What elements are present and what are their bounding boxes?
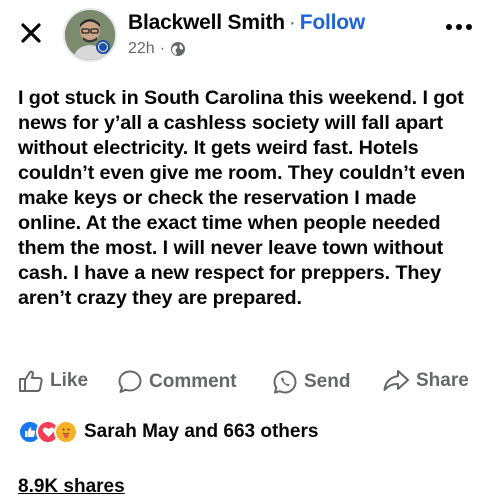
whatsapp-icon	[273, 370, 297, 394]
reactions-summary[interactable]: Sarah May and 663 others	[18, 420, 318, 444]
send-button[interactable]: Send	[272, 369, 350, 395]
shares-count[interactable]: 8.9K shares	[18, 476, 125, 498]
comment-button[interactable]: Comment	[117, 369, 237, 395]
post-meta: 22h ·	[128, 40, 186, 58]
send-label: Send	[304, 371, 351, 392]
follow-button[interactable]: Follow	[300, 11, 365, 34]
separator-dot: ·	[288, 11, 296, 34]
profile-photo	[65, 10, 115, 60]
comment-icon	[118, 370, 142, 393]
share-label: Share	[416, 370, 469, 391]
care-icon	[54, 420, 78, 444]
more-dot	[456, 24, 462, 30]
more-options-button[interactable]	[446, 24, 472, 30]
action-bar: Like Comment Send Share	[0, 365, 490, 401]
meta-separator: ·	[159, 40, 166, 57]
reactions-summary-text: Sarah May and 663 others	[84, 421, 319, 442]
close-button[interactable]	[18, 20, 44, 46]
comment-label: Comment	[149, 371, 237, 392]
avatar[interactable]	[63, 8, 117, 62]
globe-icon	[171, 42, 186, 56]
more-dot	[466, 24, 472, 30]
thumbs-up-icon	[19, 370, 43, 392]
like-label: Like	[50, 370, 89, 391]
like-button[interactable]: Like	[18, 369, 88, 393]
share-button[interactable]: Share	[382, 369, 469, 393]
post-text: I got stuck in South Carolina this weeke…	[18, 87, 466, 309]
author-name[interactable]: Blackwell Smith	[128, 11, 285, 34]
more-dot	[446, 24, 452, 30]
post-header: Blackwell Smith · Follow	[128, 11, 365, 35]
share-icon	[383, 370, 409, 391]
timestamp[interactable]: 22h	[128, 40, 155, 58]
close-icon	[21, 23, 41, 43]
